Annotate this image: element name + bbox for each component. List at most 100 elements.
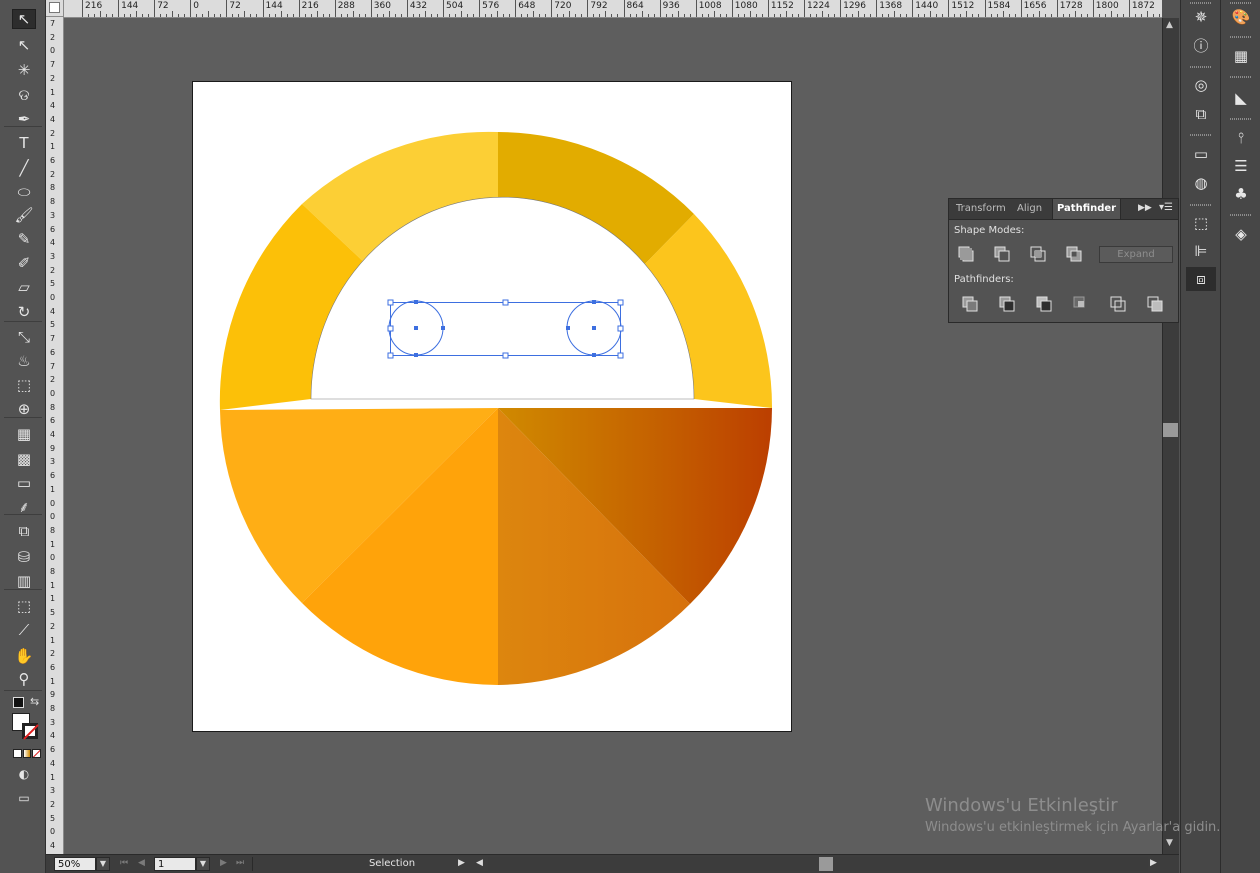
artboards-icon[interactable]: ⧉ [1186,102,1216,126]
perspective-grid-tool-icon[interactable]: ▦ [12,424,36,444]
type-tool-icon[interactable]: T [12,133,36,153]
blob-brush-tool-icon[interactable]: ✐ [12,253,36,273]
layers-icon[interactable]: ◈ [1226,222,1256,246]
symbols-icon[interactable]: ♣ [1226,182,1256,206]
hand-tool-icon[interactable]: ✋ [12,646,36,666]
handle-top-right[interactable] [617,299,624,306]
shape-builder-tool-icon[interactable]: ⊕ [12,399,36,419]
merge-button[interactable] [1036,296,1052,312]
next-artboard-icon[interactable]: ▶ [220,858,227,868]
minus-back-button[interactable] [1147,296,1163,312]
panel-menu-icon[interactable]: ▾☰ [1159,202,1173,213]
warp-tool-icon[interactable]: ♨ [12,351,36,371]
handle-bottom-right[interactable] [617,352,624,359]
artboard-number-field[interactable]: 1 [154,857,196,871]
vertical-ruler[interactable]: 7 2 0 7 2 1 4 4 2 1 6 2 8 8 3 6 4 3 2 5 0 4 5 7 6 7 2 0 8 6 4 9 3 6 1 0 0 8 1 0… [46,17,64,855]
collapse-panel-icon[interactable]: ▶▶ [1138,203,1152,213]
hscroll-left-arrow[interactable]: ◀ [476,858,483,868]
pencil-tool-icon[interactable]: ✎ [12,229,36,249]
mesh-tool-icon[interactable]: ▩ [12,449,36,469]
align-icon[interactable]: ⬚ [1186,211,1216,235]
artwork[interactable] [64,18,1162,854]
line-segment-tool-icon[interactable]: ╱ [12,158,36,178]
exclude-button[interactable] [1066,246,1082,262]
draw-mode-icon[interactable]: ◐ [12,764,36,784]
info-icon[interactable]: ⓘ [1186,33,1216,57]
magic-wand-tool-icon[interactable]: ✳ [12,60,36,80]
intersect-button[interactable] [1030,246,1046,262]
expand-button[interactable]: Expand [1099,246,1173,263]
trim-button[interactable] [999,296,1015,312]
transparency-icon[interactable]: ◍ [1186,171,1216,195]
gradient-icon[interactable]: ▭ [1186,142,1216,166]
direct-selection-tool-icon[interactable]: ↖ [12,35,36,55]
none-button[interactable] [32,749,42,758]
ellipse-tool-icon[interactable]: ⬭ [12,182,36,202]
status-menu-arrow[interactable]: ▶ [458,858,465,868]
stroke-icon[interactable]: ☰ [1226,154,1256,178]
artboard-dropdown-arrow[interactable]: ▼ [196,857,210,871]
column-graph-tool-icon[interactable]: ▥ [12,571,36,591]
tab-transform[interactable]: Transform [952,199,1010,219]
swatches-icon[interactable]: ▦ [1226,44,1256,68]
handle-top-left[interactable] [387,299,394,306]
symbol-sprayer-tool-icon[interactable]: ⛁ [12,547,36,567]
gradient-tool-icon[interactable]: ▭ [12,473,36,493]
paintbrush-tool-icon[interactable]: 🖌 [12,205,36,225]
swap-fill-stroke-icon[interactable]: ⇆ [30,695,39,708]
align-objects-icon[interactable]: ⊫ [1186,239,1216,263]
lasso-tool-icon[interactable]: ଡ [12,85,36,105]
zoom-field[interactable]: 50% [54,857,96,871]
horizontal-scrollbar[interactable] [488,857,1148,871]
handle-bottom-center[interactable] [502,352,509,359]
ruler-tick-label: 1368 [879,1,903,11]
tab-pathfinder[interactable]: Pathfinder [1052,199,1122,219]
outline-button[interactable] [1110,296,1126,312]
transform-icon[interactable]: ✵ [1186,5,1216,29]
zoom-dropdown-arrow[interactable]: ▼ [96,857,110,871]
screen-mode-icon[interactable]: ▭ [12,788,36,808]
horizontal-scroll-thumb[interactable] [819,857,833,871]
unite-button[interactable] [958,246,974,262]
crop-button[interactable] [1073,296,1085,308]
blend-tool-icon[interactable]: ⧉ [12,521,36,541]
horizontal-ruler[interactable]: 216 144 72 0 72 144 216 288 360 432 504 576 648 720 79… [64,0,1162,18]
color-guide-icon[interactable]: 🎨 [1226,5,1256,29]
handle-middle-right[interactable] [617,325,624,332]
brushes-icon[interactable]: ⫯ [1226,126,1256,150]
minus-front-button[interactable] [994,246,1010,262]
fill-stroke-swatch[interactable] [12,713,40,741]
scroll-up-arrow[interactable]: ▲ [1166,20,1173,30]
gradient-button[interactable] [22,749,32,758]
handle-top-center[interactable] [502,299,509,306]
ruler-origin[interactable] [46,0,64,17]
free-transform-tool-icon[interactable]: ⬚ [12,375,36,395]
slice-tool-icon[interactable]: ⟋ [12,620,36,640]
stroke-swatch[interactable] [22,723,39,740]
hscroll-right-arrow[interactable]: ▶ [1150,858,1157,868]
first-artboard-icon[interactable]: ⏮ [120,858,128,868]
scale-tool-icon[interactable]: ⤡ [12,327,36,347]
ruler-tick-label: 1152 [770,1,794,11]
last-artboard-icon[interactable]: ⏭ [236,858,244,868]
document-canvas[interactable] [64,18,1162,854]
vertical-scroll-thumb[interactable] [1163,423,1178,437]
tab-align[interactable]: Align [1013,199,1046,219]
handle-middle-left[interactable] [387,325,394,332]
scroll-down-arrow[interactable]: ▼ [1166,838,1173,848]
divide-button[interactable] [962,296,978,312]
appearance-icon[interactable]: ◎ [1186,73,1216,97]
handle-bottom-left[interactable] [387,352,394,359]
color-mode-buttons[interactable] [13,749,42,758]
color-button[interactable] [13,749,22,758]
default-fill-stroke-icon[interactable] [13,697,24,708]
current-tool-status[interactable]: Selection [332,857,452,871]
pathfinder-icon[interactable]: ⧈ [1186,267,1216,291]
zoom-tool-icon[interactable]: ⚲ [12,669,36,689]
selection-tool-icon[interactable]: ↖ [12,9,36,29]
rotate-tool-icon[interactable]: ↻ [12,302,36,322]
previous-artboard-icon[interactable]: ◀ [138,858,145,868]
navigator-icon[interactable]: ◣ [1226,86,1256,110]
artboard-tool-icon[interactable]: ⬚ [12,596,36,616]
eraser-tool-icon[interactable]: ▱ [12,277,36,297]
